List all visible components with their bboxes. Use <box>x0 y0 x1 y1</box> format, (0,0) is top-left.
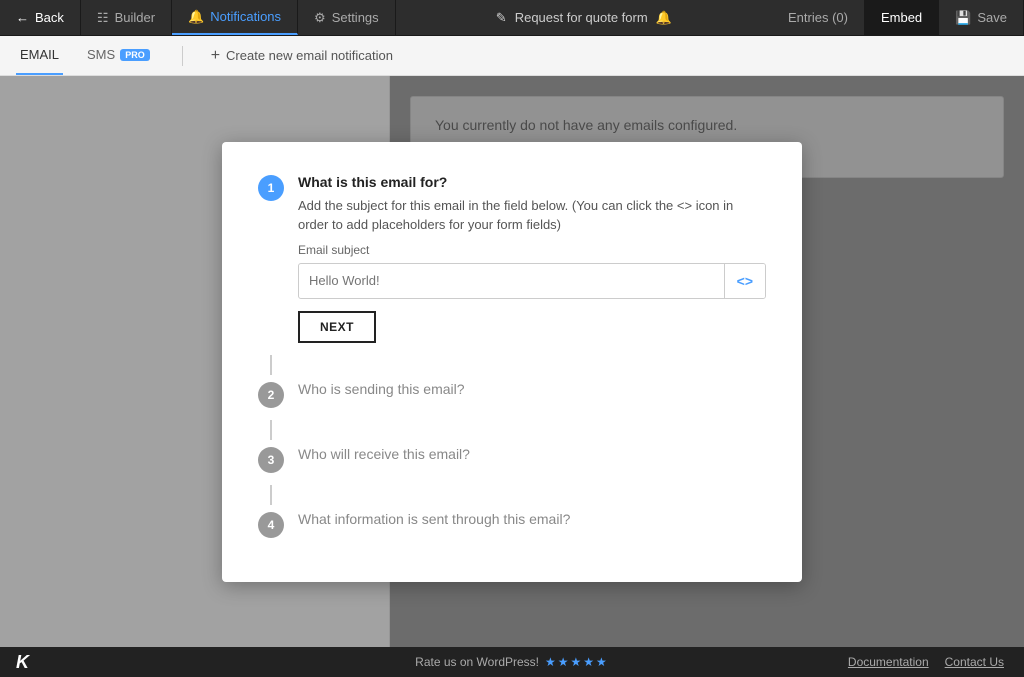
rate-text: Rate us on WordPress! <box>415 655 539 669</box>
settings-button[interactable]: ⚙ Settings <box>298 0 396 35</box>
notifications-button[interactable]: 🔔 Notifications <box>172 0 298 35</box>
step-2-circle: 2 <box>258 382 284 408</box>
edit-icon: ✎ <box>496 10 507 26</box>
plus-icon: + <box>211 47 220 65</box>
back-button[interactable]: ← Back <box>0 0 81 35</box>
step-3: 3 Who will receive this email? <box>258 446 766 473</box>
step-1-field-label: Email subject <box>298 243 766 257</box>
step-2: 2 Who is sending this email? <box>258 381 766 408</box>
step-divider-3-4 <box>270 485 272 505</box>
divider <box>182 46 183 66</box>
bell-icon: 🔔 <box>188 9 204 25</box>
footer: K Rate us on WordPress! ★★★★★ Documentat… <box>0 647 1024 677</box>
save-button[interactable]: 💾 Save <box>939 0 1024 35</box>
step-1-description: Add the subject for this email in the fi… <box>298 196 766 235</box>
step-4-content: What information is sent through this em… <box>298 511 766 527</box>
step-1-circle: 1 <box>258 175 284 201</box>
back-icon: ← <box>16 10 29 25</box>
tab-sms[interactable]: SMS PRO <box>83 36 154 75</box>
documentation-link[interactable]: Documentation <box>848 655 929 669</box>
entries-button[interactable]: Entries (0) <box>772 0 865 35</box>
star-icons[interactable]: ★★★★★ <box>545 655 609 669</box>
step-divider-1-2 <box>270 355 272 375</box>
step-4-title: What information is sent through this em… <box>298 511 766 527</box>
pro-badge: PRO <box>120 49 150 61</box>
second-nav: EMAIL SMS PRO + Create new email notific… <box>0 36 1024 76</box>
notification-bell-icon: 🔔 <box>656 10 672 26</box>
embed-button[interactable]: Embed <box>865 0 939 35</box>
placeholder-icon-button[interactable]: <> <box>724 264 765 298</box>
logo: K <box>16 652 29 673</box>
step-3-circle: 3 <box>258 447 284 473</box>
gear-icon: ⚙ <box>314 10 326 26</box>
modal-overlay: 1 What is this email for? Add the subjec… <box>0 76 1024 647</box>
step-1-content: What is this email for? Add the subject … <box>298 174 766 343</box>
grid-icon: ☷ <box>97 10 109 26</box>
save-icon: 💾 <box>955 10 971 26</box>
contact-link[interactable]: Contact Us <box>945 655 1004 669</box>
email-subject-input[interactable] <box>299 265 724 296</box>
code-brackets-icon: <> <box>737 273 753 289</box>
step-4: 4 What information is sent through this … <box>258 511 766 538</box>
step-2-title: Who is sending this email? <box>298 381 766 397</box>
step-4-circle: 4 <box>258 512 284 538</box>
builder-button[interactable]: ☷ Builder <box>81 0 172 35</box>
step-3-content: Who will receive this email? <box>298 446 766 462</box>
main-content: You currently do not have any emails con… <box>0 76 1024 647</box>
step-1-title: What is this email for? <box>298 174 766 190</box>
wizard-modal: 1 What is this email for? Add the subjec… <box>222 142 802 582</box>
top-nav: ← Back ☷ Builder 🔔 Notifications ⚙ Setti… <box>0 0 1024 36</box>
tab-email[interactable]: EMAIL <box>16 36 63 75</box>
form-title-area: ✎ Request for quote form 🔔 <box>396 10 772 26</box>
footer-links: Documentation Contact Us <box>848 655 1004 669</box>
step-3-title: Who will receive this email? <box>298 446 766 462</box>
step-2-content: Who is sending this email? <box>298 381 766 397</box>
create-email-button[interactable]: + Create new email notification <box>211 47 393 65</box>
email-subject-input-row: <> <box>298 263 766 299</box>
step-divider-2-3 <box>270 420 272 440</box>
next-button[interactable]: NEXT <box>298 311 376 343</box>
step-1: 1 What is this email for? Add the subjec… <box>258 174 766 343</box>
